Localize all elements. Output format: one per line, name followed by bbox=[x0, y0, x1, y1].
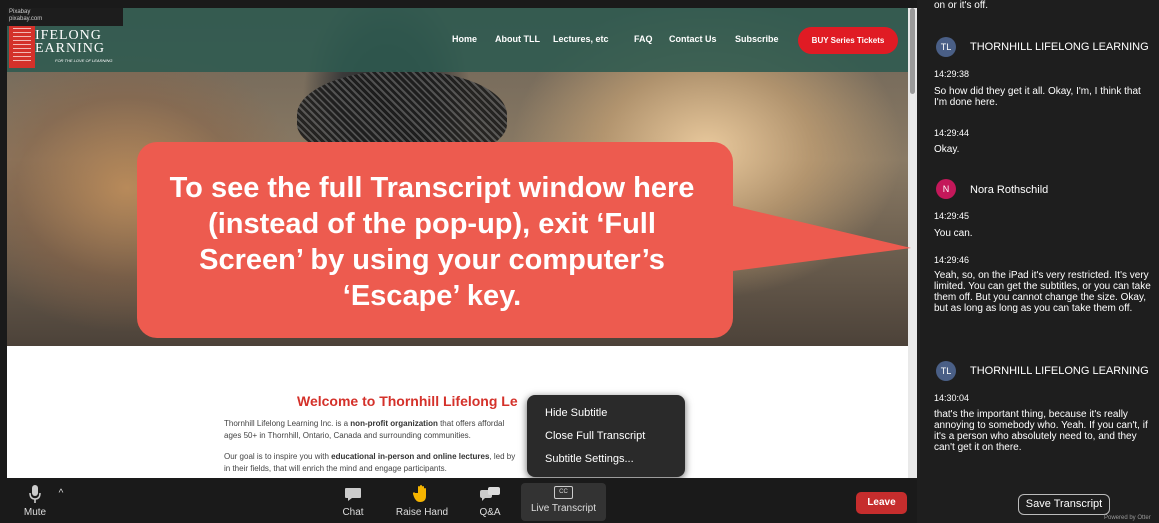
attribution-line1: Pixabay bbox=[9, 9, 31, 15]
raise-hand-button[interactable]: Raise Hand bbox=[393, 484, 451, 521]
para1-a: Thornhill Lifelong Learning Inc. is a bbox=[224, 419, 351, 428]
live-transcript-label: Live Transcript bbox=[530, 503, 597, 514]
callout-text: To see the full Transcript window here (… bbox=[169, 172, 695, 312]
timestamp: 14:30:04 bbox=[934, 393, 970, 403]
chat-label: Chat bbox=[342, 507, 364, 518]
chat-bubble-icon bbox=[345, 488, 361, 501]
avatar-tl: TL bbox=[936, 361, 956, 381]
transcript-message: that's the important thing, because it's… bbox=[934, 409, 1148, 453]
timestamp: 14:29:46 bbox=[934, 255, 970, 265]
para2-d: in their fields, that will enrich the mi… bbox=[224, 464, 447, 473]
para1-c: that offers affordal bbox=[437, 419, 505, 428]
site-header: IFELONG EARNING FOR THE LOVE OF LEARNING… bbox=[7, 8, 908, 72]
para1-b: non-profit organization bbox=[350, 419, 438, 428]
image-attribution: Pixabay pixabay.com bbox=[7, 8, 123, 26]
avatar-n: N bbox=[936, 179, 956, 199]
mute-button[interactable]: Mute bbox=[18, 484, 52, 521]
chat-button[interactable]: Chat bbox=[338, 484, 368, 521]
subtitle-popup-menu: Hide Subtitle Close Full Transcript Subt… bbox=[527, 395, 685, 477]
menu-close-full-transcript[interactable]: Close Full Transcript bbox=[545, 430, 645, 442]
welcome-heading: Welcome to Thornhill Lifelong Le bbox=[297, 393, 518, 409]
transcript-message: Okay. bbox=[934, 144, 960, 155]
para2-a: Our goal is to inspire you with bbox=[224, 452, 332, 461]
nav-about[interactable]: About TLL bbox=[495, 34, 540, 48]
microphone-icon bbox=[29, 485, 41, 503]
logo-stripes bbox=[13, 26, 31, 64]
zoom-window: IFELONG EARNING FOR THE LOVE OF LEARNING… bbox=[0, 0, 1159, 523]
logo-tagline: FOR THE LOVE OF LEARNING bbox=[55, 58, 113, 63]
speaker-name: THORNHILL LIFELONG LEARNING bbox=[970, 365, 1149, 377]
timestamp: 14:29:45 bbox=[934, 211, 970, 221]
nav-contact[interactable]: Contact Us bbox=[669, 34, 717, 48]
raise-hand-icon bbox=[413, 485, 426, 502]
powered-by-label: Powered by Otter bbox=[1104, 515, 1151, 521]
goal-paragraph: Our goal is to inspire you with educatio… bbox=[224, 451, 544, 475]
transcript-message: Yeah, so, on the iPad it's very restrict… bbox=[934, 270, 1151, 314]
nav-home[interactable]: Home bbox=[452, 34, 477, 48]
para2-c: , led by bbox=[489, 452, 516, 461]
leave-button[interactable]: Leave bbox=[856, 492, 907, 514]
intro-paragraph: Thornhill Lifelong Learning Inc. is a no… bbox=[224, 418, 544, 442]
chevron-up-icon[interactable]: ^ bbox=[54, 488, 68, 523]
nav-lectures[interactable]: Lectures, etc bbox=[553, 34, 609, 48]
para2-b: educational in-person and online lecture… bbox=[331, 452, 490, 461]
nav-faq[interactable]: FAQ bbox=[634, 34, 653, 48]
attribution-line2: pixabay.com bbox=[9, 16, 43, 22]
timestamp: 14:29:38 bbox=[934, 69, 970, 79]
menu-subtitle-settings[interactable]: Subtitle Settings... bbox=[545, 453, 634, 465]
speaker-name: Nora Rothschild bbox=[970, 184, 1049, 196]
menu-hide-subtitle[interactable]: Hide Subtitle bbox=[545, 407, 607, 419]
live-transcript-button[interactable]: CC Live Transcript bbox=[521, 483, 606, 521]
qa-label: Q&A bbox=[479, 507, 501, 518]
raise-hand-label: Raise Hand bbox=[395, 507, 449, 518]
transcript-message: You can. bbox=[934, 228, 973, 239]
mute-label: Mute bbox=[23, 507, 47, 518]
timestamp: 14:29:44 bbox=[934, 128, 970, 138]
logo-text-learning: EARNING bbox=[35, 41, 105, 56]
callout-pointer bbox=[725, 204, 911, 272]
qa-button[interactable]: Q&A bbox=[476, 484, 504, 521]
meeting-toolbar bbox=[0, 478, 917, 523]
para1-d: ages 50+ in Thornhill, Ontario, Canada a… bbox=[224, 431, 471, 440]
avatar-tl: TL bbox=[936, 37, 956, 57]
nav-subscribe[interactable]: Subscribe bbox=[735, 34, 779, 48]
scrollbar-thumb[interactable] bbox=[910, 8, 915, 94]
qa-icon bbox=[480, 487, 500, 501]
transcript-message: So how did they get it all. Okay, I'm, I… bbox=[934, 86, 1141, 108]
speaker-name: THORNHILL LIFELONG LEARNING bbox=[970, 41, 1149, 53]
cc-icon: CC bbox=[554, 486, 573, 499]
buy-tickets-button[interactable]: BUY Series Tickets bbox=[798, 27, 898, 54]
save-transcript-button[interactable]: Save Transcript bbox=[1018, 494, 1110, 515]
transcript-top-fragment: on or it's off. bbox=[934, 0, 988, 11]
